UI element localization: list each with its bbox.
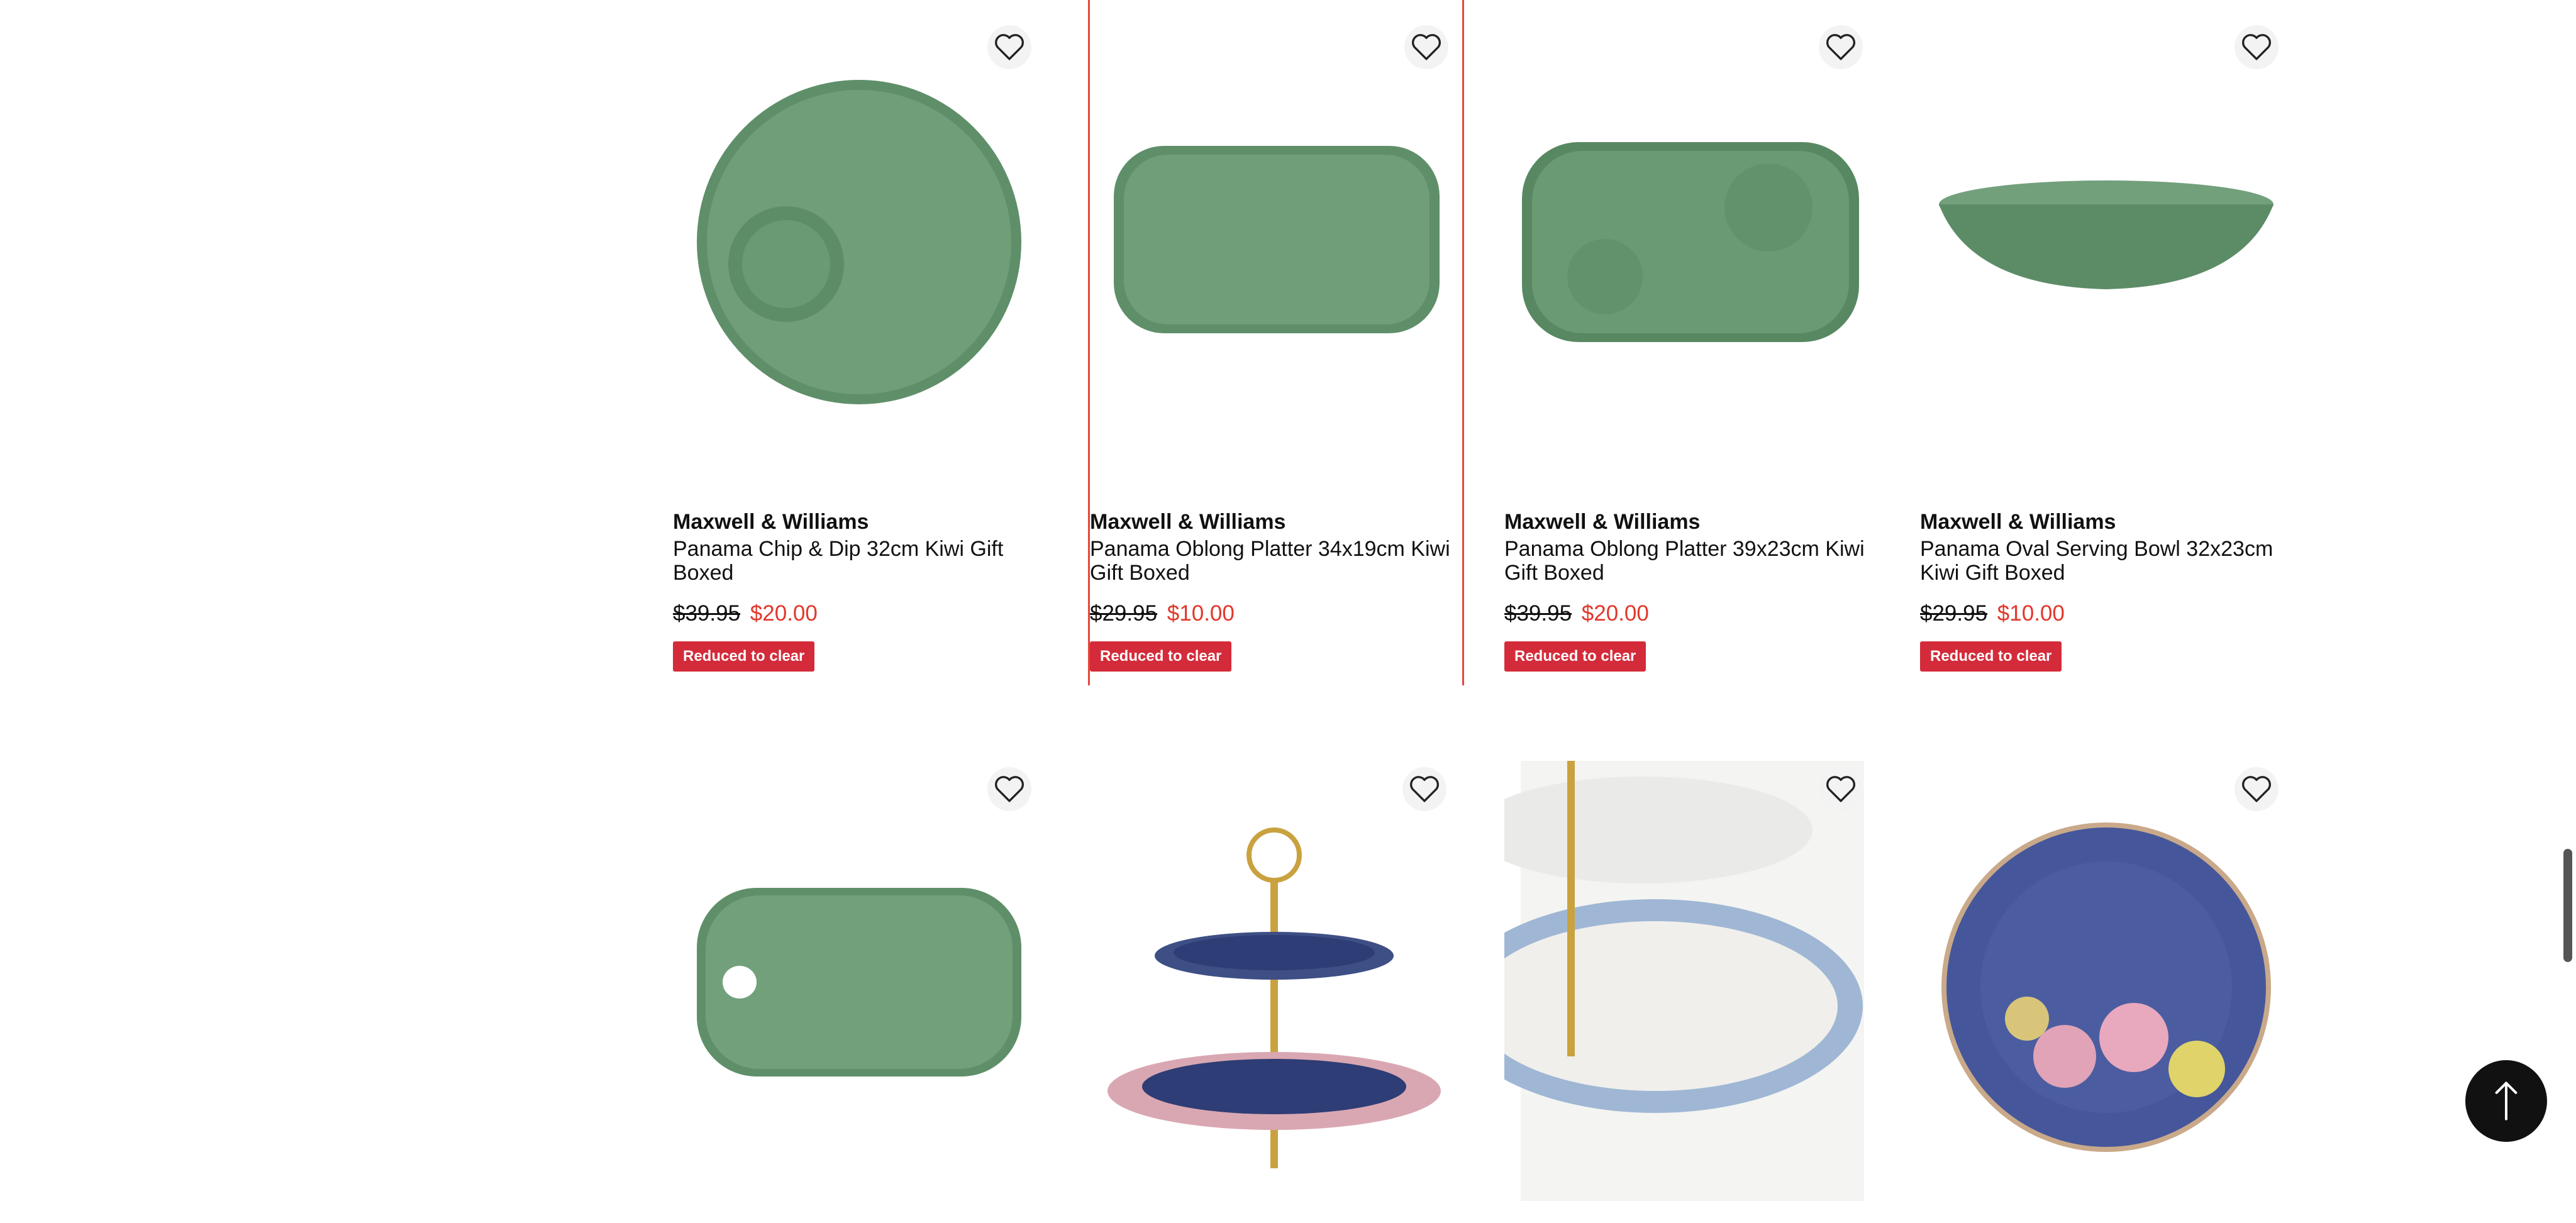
price-block: $29.95 $10.00 — [1090, 601, 1462, 626]
status-badge: Reduced to clear — [1504, 641, 1646, 672]
status-badge: Reduced to clear — [673, 641, 815, 672]
product-image[interactable] — [673, 0, 1045, 478]
heart-icon — [2242, 34, 2271, 60]
sale-price: $10.00 — [1167, 601, 1235, 626]
product-image[interactable] — [1448, 742, 1877, 1220]
product-brand: Maxwell & Williams — [1504, 510, 1701, 534]
heart-icon — [995, 776, 1024, 802]
price-block: $29.95 $10.00 — [1920, 601, 2292, 626]
price-block: $39.95 $20.00 — [673, 601, 1045, 626]
price-block: $39.95 $20.00 — [1504, 601, 1877, 626]
wishlist-button[interactable] — [1404, 25, 1448, 69]
product-brand: Maxwell & Williams — [673, 510, 869, 534]
wishlist-button[interactable] — [2235, 25, 2279, 69]
status-badge: Reduced to clear — [1920, 641, 2062, 672]
product-title[interactable]: Panama Oblong Platter 34x19cm Kiwi Gift … — [1090, 537, 1462, 585]
status-badge: Reduced to clear — [1090, 641, 1232, 672]
heart-icon — [1410, 776, 1439, 802]
product-image[interactable] — [673, 742, 1045, 1220]
wishlist-button[interactable] — [987, 767, 1031, 811]
wishlist-button[interactable] — [987, 25, 1031, 69]
original-price: $29.95 — [1920, 601, 1988, 626]
sale-price: $10.00 — [1997, 601, 2065, 626]
wishlist-button[interactable] — [1819, 767, 1863, 811]
heart-icon — [2242, 776, 2271, 802]
product-image[interactable] — [1088, 742, 1460, 1220]
product-image[interactable] — [1090, 0, 1462, 478]
back-to-top-button[interactable] — [2465, 1060, 2547, 1142]
sale-price: $20.00 — [750, 601, 818, 626]
product-title[interactable]: Panama Oval Serving Bowl 32x23cm Kiwi Gi… — [1920, 537, 2292, 585]
heart-icon — [1412, 34, 1441, 60]
product-title[interactable]: Panama Oblong Platter 39x23cm Kiwi Gift … — [1504, 537, 1877, 585]
wishlist-button[interactable] — [2235, 767, 2279, 811]
product-title[interactable]: Panama Chip & Dip 32cm Kiwi Gift Boxed — [673, 537, 1045, 585]
product-brand: Maxwell & Williams — [1920, 510, 2116, 534]
wishlist-button[interactable] — [1402, 767, 1446, 811]
product-image[interactable] — [1920, 0, 2292, 478]
sale-price: $20.00 — [1581, 601, 1649, 626]
heart-icon — [1826, 34, 1855, 60]
arrow-up-icon — [2495, 1082, 2518, 1121]
product-image[interactable] — [1920, 742, 2292, 1220]
scrollbar-thumb[interactable] — [2563, 849, 2572, 962]
product-brand: Maxwell & Williams — [1090, 510, 1286, 534]
original-price: $39.95 — [1504, 601, 1572, 626]
heart-icon — [1826, 776, 1855, 802]
original-price: $39.95 — [673, 601, 741, 626]
product-card[interactable]: Maxwell & Williams Panama Oblong Platter… — [1088, 0, 1464, 685]
wishlist-button[interactable] — [1819, 25, 1863, 69]
product-image[interactable] — [1504, 0, 1877, 478]
heart-icon — [995, 34, 1024, 60]
original-price: $29.95 — [1090, 601, 1158, 626]
